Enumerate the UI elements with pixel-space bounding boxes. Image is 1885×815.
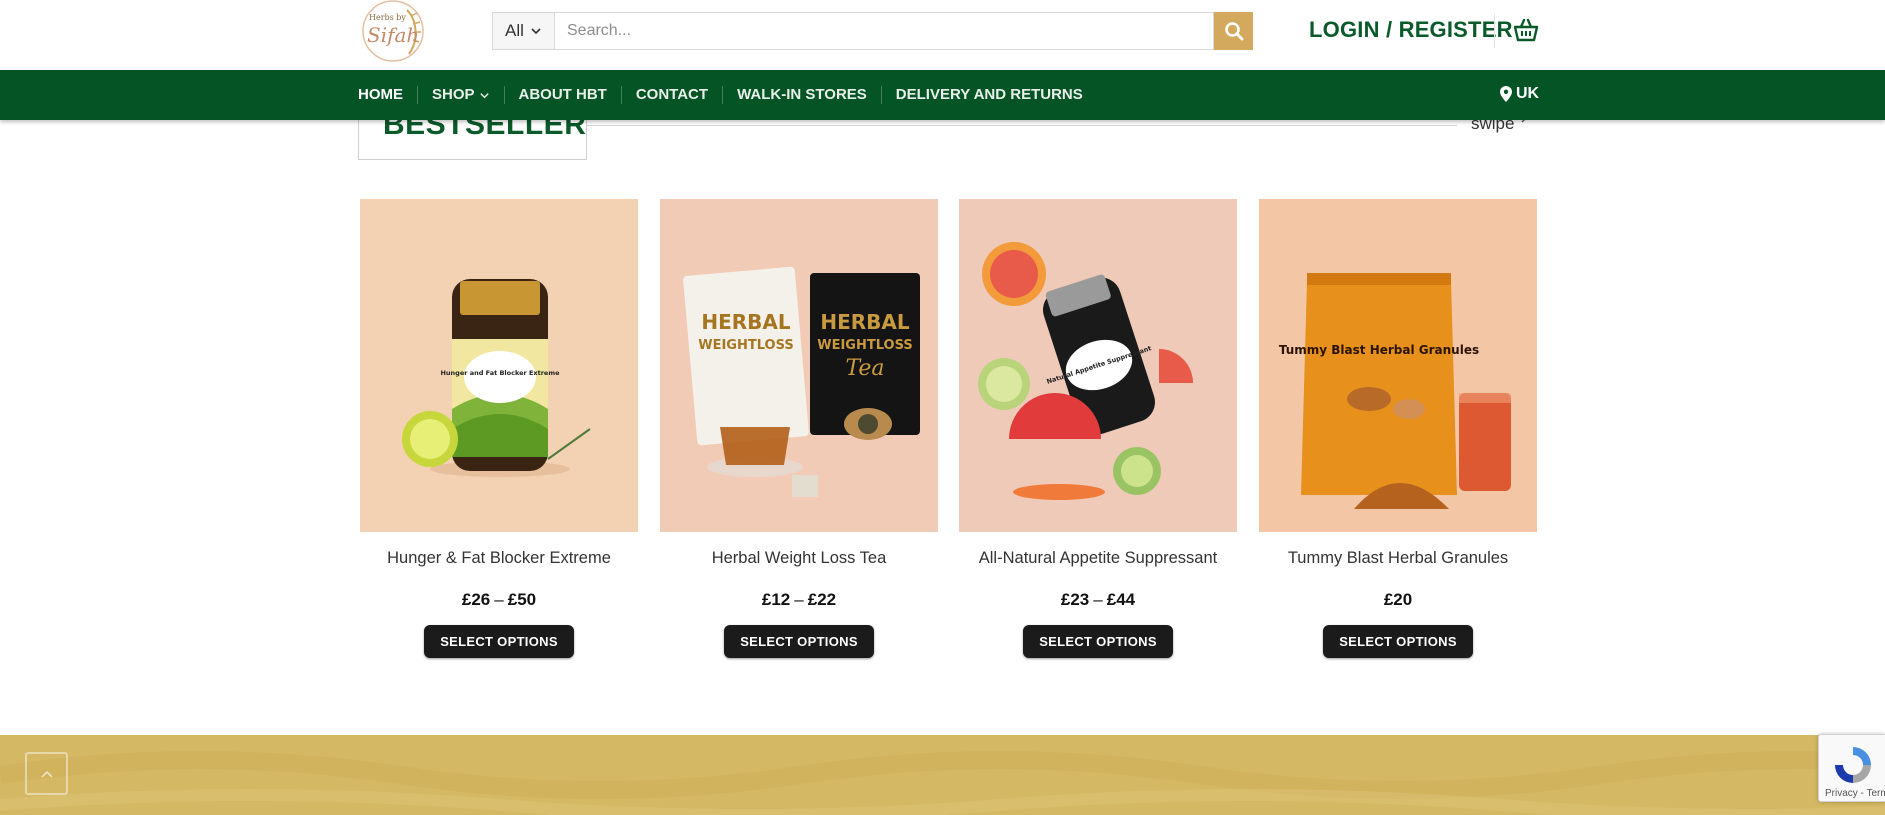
- map-pin-icon: [1500, 86, 1512, 102]
- product-name[interactable]: Tummy Blast Herbal Granules: [1259, 546, 1537, 570]
- svg-text:Sifah: Sifah: [367, 23, 419, 47]
- nav-item-label: HOME: [358, 86, 403, 103]
- product-name[interactable]: Herbal Weight Loss Tea: [660, 546, 938, 570]
- product-image[interactable]: Natural Appetite Suppressant: [959, 199, 1237, 532]
- region-label: UK: [1516, 85, 1540, 102]
- nav-menu: HOME SHOP ABOUT HBT CONTACT WALK-IN STOR…: [358, 70, 1097, 120]
- recaptcha-icon: [1835, 747, 1871, 783]
- nav-item-label: ABOUT HBT: [518, 86, 607, 103]
- price-separator: –: [494, 590, 504, 609]
- search-input[interactable]: [555, 12, 1214, 50]
- footer-band: [0, 735, 1885, 815]
- select-options-button[interactable]: SELECT OPTIONS: [724, 625, 874, 658]
- nav-item-label: CONTACT: [635, 86, 709, 103]
- category-select[interactable]: All: [492, 12, 555, 50]
- main-nav: HOME SHOP ABOUT HBT CONTACT WALK-IN STOR…: [0, 70, 1885, 120]
- header-divider: [1494, 14, 1495, 48]
- basket-icon[interactable]: [1512, 16, 1540, 44]
- price-min: £23: [1060, 590, 1090, 609]
- price-min: £12: [761, 590, 791, 609]
- category-select-value: All: [505, 21, 524, 40]
- product-label-text: WEIGHTLOSS: [817, 338, 913, 353]
- chevron-down-icon: [531, 28, 541, 35]
- product-price: £20: [1259, 589, 1537, 611]
- product-image[interactable]: Tummy Blast Herbal Granules: [1259, 199, 1537, 532]
- chevron-up-icon: [40, 770, 53, 778]
- nav-item-shop[interactable]: SHOP: [417, 86, 504, 104]
- nav-item-label: SHOP: [432, 86, 475, 103]
- chevron-down-icon: [479, 92, 489, 98]
- product-label-text: Hunger and Fat Blocker Extreme: [440, 369, 560, 377]
- product-card[interactable]: Tummy Blast Herbal Granules Tummy Blast …: [1259, 199, 1537, 658]
- product-name[interactable]: All-Natural Appetite Suppressant: [959, 546, 1237, 570]
- product-card[interactable]: HERBAL WEIGHTLOSS HERBAL WEIGHTLOSS Tea …: [660, 199, 938, 658]
- select-options-button[interactable]: SELECT OPTIONS: [1023, 625, 1173, 658]
- product-price: £12– £22: [660, 589, 938, 611]
- product-image[interactable]: Hunger and Fat Blocker Extreme: [360, 199, 638, 532]
- search-button[interactable]: [1214, 12, 1253, 50]
- site-logo[interactable]: Herbs by Sifah: [357, 0, 429, 62]
- nav-item-home[interactable]: HOME: [358, 86, 417, 104]
- nav-item-contact[interactable]: CONTACT: [620, 86, 722, 104]
- price-single: £20: [1383, 590, 1413, 609]
- nav-item-label: DELIVERY AND RETURNS: [895, 86, 1083, 103]
- product-price: £26– £50: [360, 589, 638, 611]
- price-max: £50: [507, 590, 537, 609]
- nav-item-label: WALK-IN STORES: [737, 86, 867, 103]
- recaptcha-badge[interactable]: Privacy - Terms: [1818, 734, 1885, 802]
- product-label-text: Tummy Blast Herbal Granules: [1279, 343, 1479, 357]
- product-card[interactable]: Hunger and Fat Blocker Extreme Hunger & …: [360, 199, 638, 658]
- product-image[interactable]: HERBAL WEIGHTLOSS HERBAL WEIGHTLOSS Tea: [660, 199, 938, 532]
- nav-item-delivery-returns[interactable]: DELIVERY AND RETURNS: [880, 86, 1097, 104]
- nav-item-walk-in-stores[interactable]: WALK-IN STORES: [722, 86, 881, 104]
- product-price: £23– £44: [959, 589, 1237, 611]
- login-register-link[interactable]: LOGIN / REGISTER: [1309, 17, 1513, 43]
- product-label-text: Tea: [845, 356, 884, 381]
- product-card[interactable]: Natural Appetite Suppressant All-Natural…: [959, 199, 1237, 658]
- price-separator: –: [794, 590, 804, 609]
- search-icon: [1224, 22, 1243, 41]
- recaptcha-links[interactable]: Privacy - Terms: [1825, 788, 1885, 799]
- price-max: £22: [807, 590, 837, 609]
- search-bar: All: [492, 12, 1253, 50]
- nav-item-about[interactable]: ABOUT HBT: [503, 86, 621, 104]
- product-label-text: HERBAL: [820, 310, 910, 334]
- product-label-text: HERBAL: [701, 310, 791, 334]
- back-to-top-button[interactable]: [25, 752, 68, 795]
- product-label-text: WEIGHTLOSS: [698, 338, 794, 353]
- select-options-button[interactable]: SELECT OPTIONS: [424, 625, 574, 658]
- region-selector[interactable]: UK: [1500, 85, 1539, 103]
- footer-pattern: [0, 751, 1885, 815]
- product-name[interactable]: Hunger & Fat Blocker Extreme: [360, 546, 638, 570]
- price-max: £44: [1106, 590, 1136, 609]
- price-min: £26: [461, 590, 491, 609]
- section-divider: [587, 125, 1457, 126]
- select-options-button[interactable]: SELECT OPTIONS: [1323, 625, 1473, 658]
- price-separator: –: [1093, 590, 1103, 609]
- svg-text:Herbs by: Herbs by: [369, 13, 406, 22]
- site-header: Herbs by Sifah All LOGIN / REGISTER: [0, 0, 1885, 70]
